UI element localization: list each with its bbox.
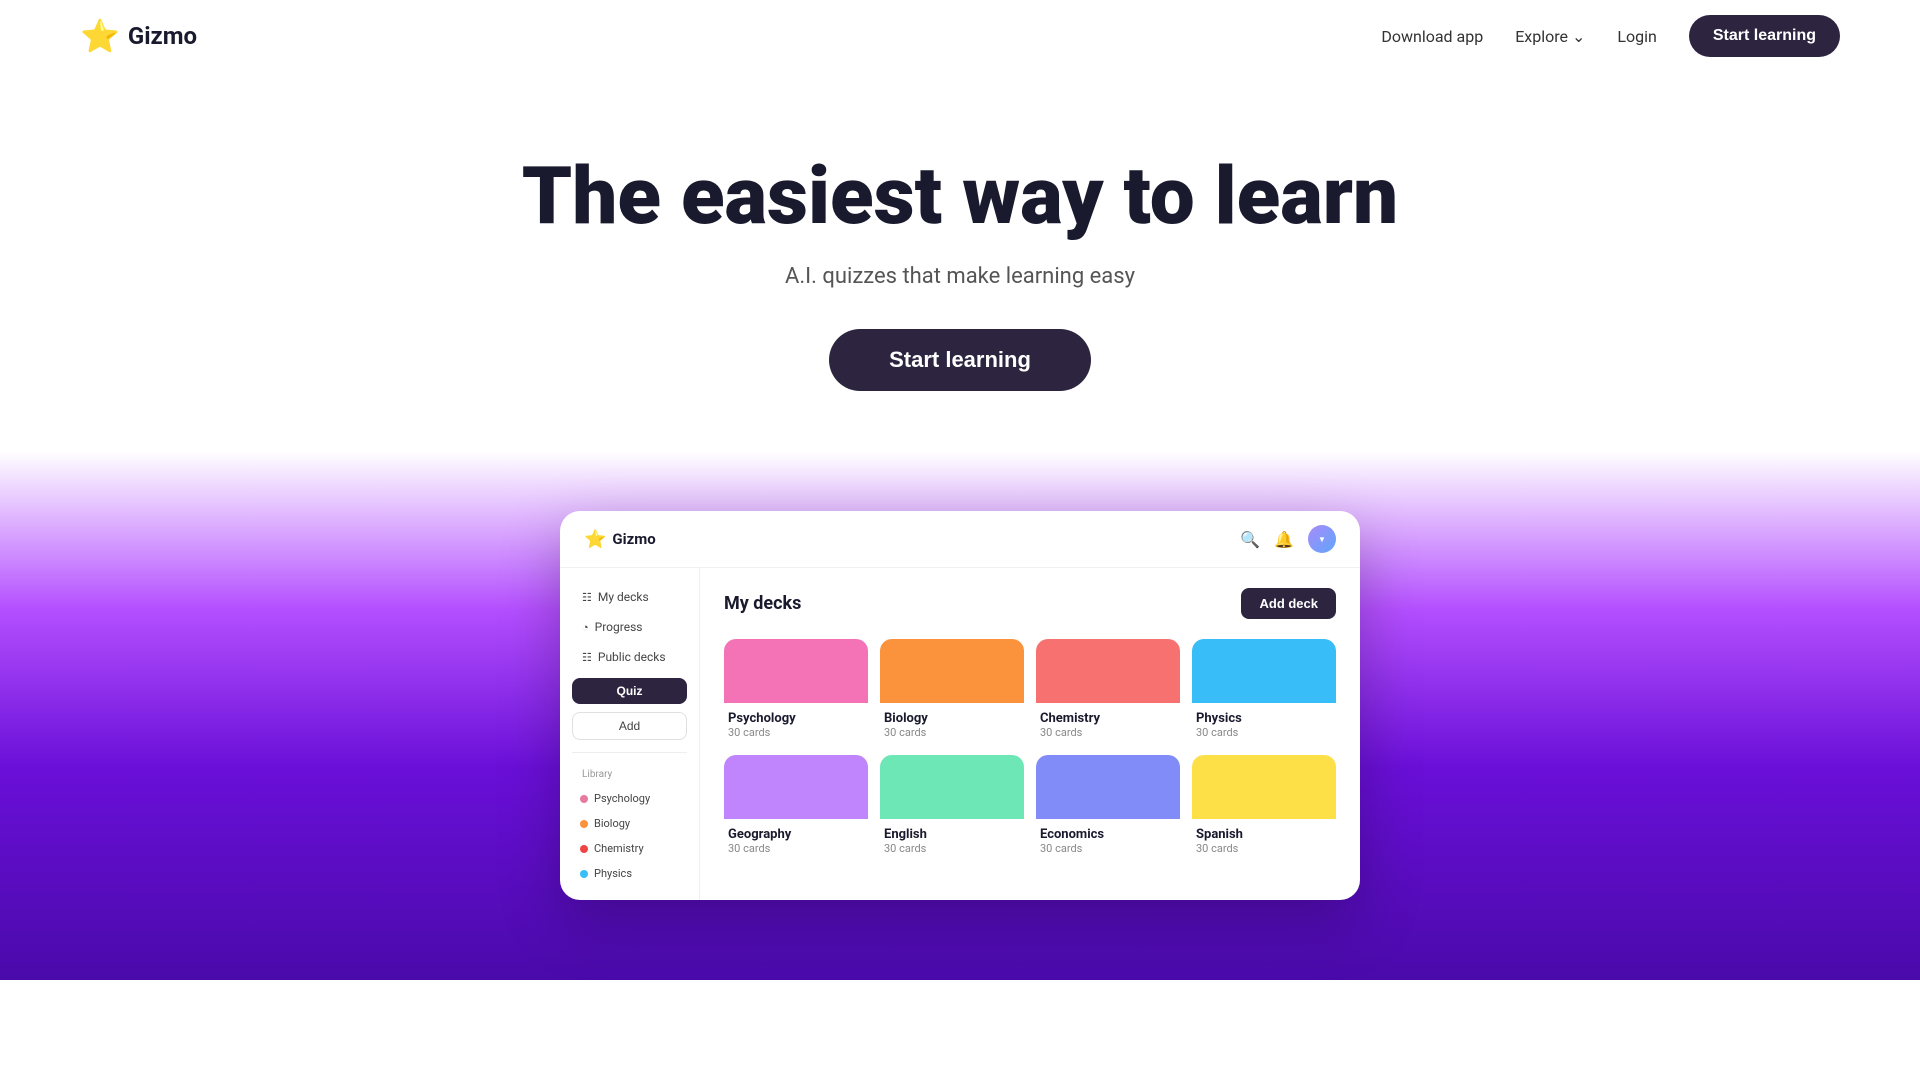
add-button[interactable]: Add <box>572 712 687 740</box>
chevron-down-icon: ⌄ <box>1572 27 1585 46</box>
mockup-main: My decks Add deck Psychology 30 cards <box>700 568 1360 900</box>
sidebar-my-decks-label: My decks <box>598 590 649 604</box>
physics-dot-icon <box>580 870 588 878</box>
library-item-chemistry[interactable]: Chemistry <box>572 838 687 859</box>
deck-name-chemistry: Chemistry <box>1040 711 1176 726</box>
progress-icon: ◔ <box>582 621 589 634</box>
deck-count-chemistry: 30 cards <box>1040 726 1176 739</box>
deck-count-spanish: 30 cards <box>1196 842 1332 855</box>
app-mockup: ⭐ Gizmo 🔍 🔔 ▼ ☷ My decks ◔ P <box>560 511 1360 900</box>
download-app-link[interactable]: Download app <box>1381 27 1483 46</box>
sidebar-item-public-decks[interactable]: ☷ Public decks <box>572 644 687 670</box>
deck-count-geography: 30 cards <box>728 842 864 855</box>
mockup-sidebar: ☷ My decks ◔ Progress ☷ Public decks Qui… <box>560 568 700 900</box>
library-item-psychology[interactable]: Psychology <box>572 788 687 809</box>
main-header: My decks Add deck <box>724 588 1336 619</box>
section-title: My decks <box>724 593 801 614</box>
quiz-button[interactable]: Quiz <box>572 678 687 704</box>
deck-card-biology[interactable]: Biology 30 cards <box>880 639 1024 743</box>
bell-icon[interactable]: 🔔 <box>1274 530 1294 549</box>
deck-color-biology <box>880 639 1024 703</box>
library-psychology-label: Psychology <box>594 792 650 805</box>
library-biology-label: Biology <box>594 817 630 830</box>
deck-count-physics: 30 cards <box>1196 726 1332 739</box>
explore-dropdown[interactable]: Explore ⌄ <box>1515 27 1585 46</box>
deck-card-physics[interactable]: Physics 30 cards <box>1192 639 1336 743</box>
library-section-title: Library <box>572 765 687 784</box>
search-icon[interactable]: 🔍 <box>1240 530 1260 549</box>
mockup-logo-text: Gizmo <box>612 530 655 548</box>
logo-text: Gizmo <box>128 22 197 50</box>
deck-count-economics: 30 cards <box>1040 842 1176 855</box>
mockup-body: ☷ My decks ◔ Progress ☷ Public decks Qui… <box>560 568 1360 900</box>
deck-color-geography <box>724 755 868 819</box>
deck-color-english <box>880 755 1024 819</box>
nav-start-learning-button[interactable]: Start learning <box>1689 15 1840 57</box>
library-chemistry-label: Chemistry <box>594 842 644 855</box>
public-decks-icon: ☷ <box>582 651 592 664</box>
deck-name-geography: Geography <box>728 827 864 842</box>
explore-label: Explore <box>1515 27 1568 46</box>
deck-card-psychology[interactable]: Psychology 30 cards <box>724 639 868 743</box>
deck-name-english: English <box>884 827 1020 842</box>
deck-name-economics: Economics <box>1040 827 1176 842</box>
decks-icon: ☷ <box>582 591 592 604</box>
deck-color-spanish <box>1192 755 1336 819</box>
mockup-topbar: ⭐ Gizmo 🔍 🔔 ▼ <box>560 511 1360 568</box>
deck-card-economics[interactable]: Economics 30 cards <box>1036 755 1180 859</box>
biology-dot-icon <box>580 820 588 828</box>
gradient-section: ⭐ Gizmo 🔍 🔔 ▼ ☷ My decks ◔ P <box>0 451 1920 980</box>
navbar: ⭐ Gizmo Download app Explore ⌄ Login Sta… <box>0 0 1920 72</box>
sidebar-public-decks-label: Public decks <box>598 650 666 664</box>
deck-name-biology: Biology <box>884 711 1020 726</box>
deck-name-physics: Physics <box>1196 711 1332 726</box>
chemistry-dot-icon <box>580 845 588 853</box>
deck-name-psychology: Psychology <box>728 711 864 726</box>
hero-subtitle: A.I. quizzes that make learning easy <box>20 264 1900 289</box>
logo-star-icon: ⭐ <box>80 17 120 55</box>
deck-card-chemistry[interactable]: Chemistry 30 cards <box>1036 639 1180 743</box>
library-item-biology[interactable]: Biology <box>572 813 687 834</box>
deck-name-spanish: Spanish <box>1196 827 1332 842</box>
hero-start-learning-button[interactable]: Start learning <box>829 329 1091 391</box>
deck-color-chemistry <box>1036 639 1180 703</box>
login-link[interactable]: Login <box>1617 27 1656 46</box>
deck-count-english: 30 cards <box>884 842 1020 855</box>
deck-color-psychology <box>724 639 868 703</box>
avatar-chevron-icon: ▼ <box>1318 535 1326 544</box>
sidebar-divider <box>572 752 687 753</box>
deck-count-psychology: 30 cards <box>728 726 864 739</box>
mockup-logo-star-icon: ⭐ <box>584 529 606 550</box>
sidebar-progress-label: Progress <box>595 620 643 634</box>
mockup-topbar-icons: 🔍 🔔 ▼ <box>1240 525 1336 553</box>
nav-links: Download app Explore ⌄ Login Start learn… <box>1381 15 1840 57</box>
deck-card-spanish[interactable]: Spanish 30 cards <box>1192 755 1336 859</box>
deck-grid: Psychology 30 cards Biology 30 cards <box>724 639 1336 859</box>
library-physics-label: Physics <box>594 867 632 880</box>
library-item-physics[interactable]: Physics <box>572 863 687 884</box>
deck-color-economics <box>1036 755 1180 819</box>
deck-color-physics <box>1192 639 1336 703</box>
sidebar-item-my-decks[interactable]: ☷ My decks <box>572 584 687 610</box>
sidebar-item-progress[interactable]: ◔ Progress <box>572 614 687 640</box>
logo[interactable]: ⭐ Gizmo <box>80 17 197 55</box>
deck-card-geography[interactable]: Geography 30 cards <box>724 755 868 859</box>
deck-card-english[interactable]: English 30 cards <box>880 755 1024 859</box>
mockup-logo: ⭐ Gizmo <box>584 529 656 550</box>
deck-count-biology: 30 cards <box>884 726 1020 739</box>
hero-section: The easiest way to learn A.I. quizzes th… <box>0 72 1920 451</box>
psychology-dot-icon <box>580 795 588 803</box>
hero-title: The easiest way to learn <box>20 152 1900 240</box>
add-deck-button[interactable]: Add deck <box>1241 588 1336 619</box>
avatar[interactable]: ▼ <box>1308 525 1336 553</box>
